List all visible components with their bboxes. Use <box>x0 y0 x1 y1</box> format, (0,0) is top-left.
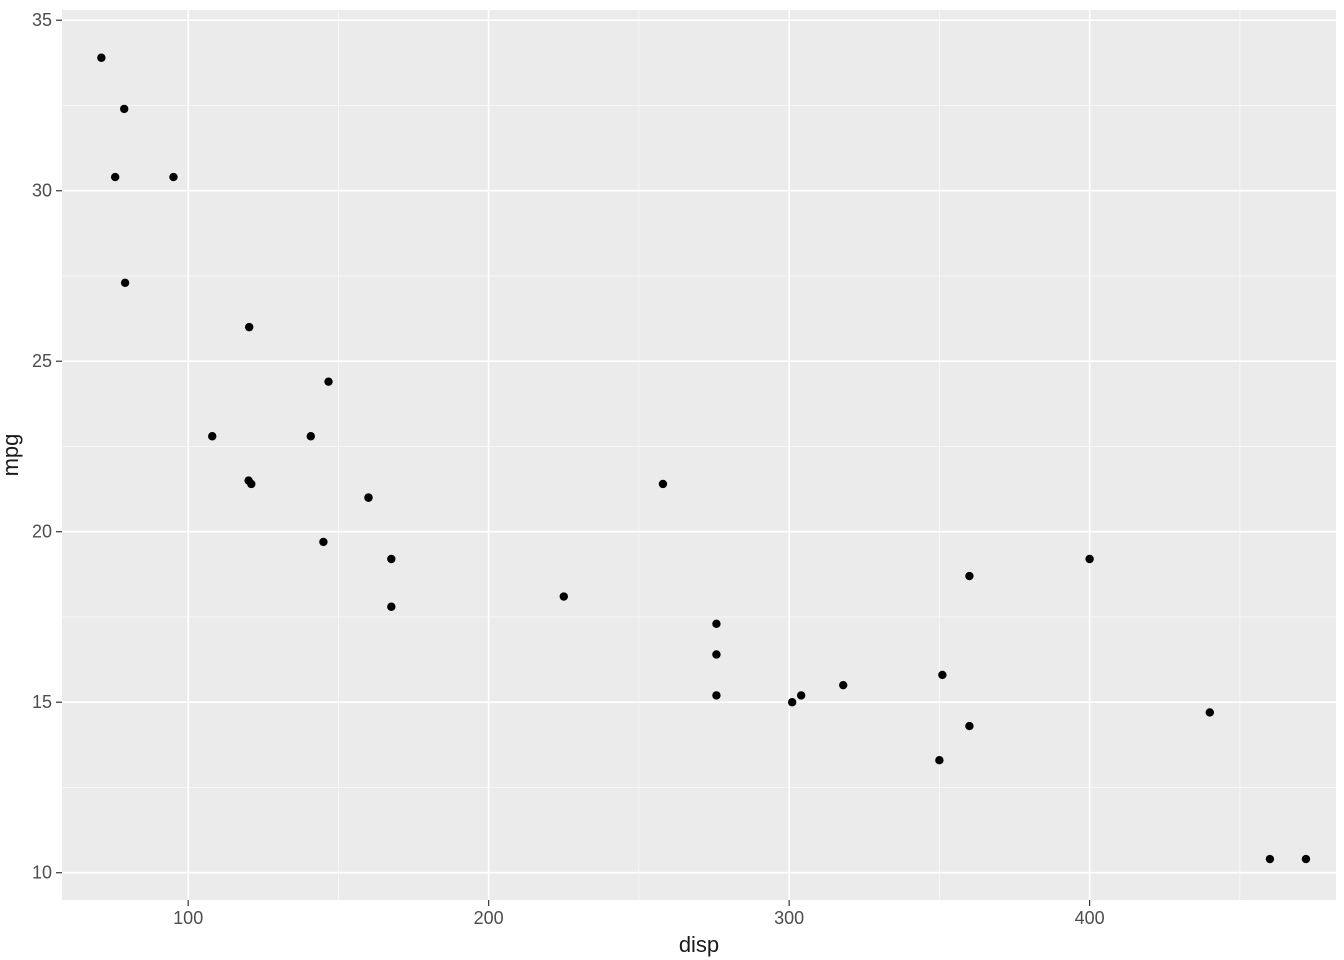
data-point <box>560 592 568 600</box>
x-tick-label: 300 <box>774 908 804 928</box>
plot-panel <box>62 10 1336 900</box>
data-point <box>788 698 796 706</box>
y-tick-label: 10 <box>32 863 52 883</box>
data-point <box>111 173 119 181</box>
data-point <box>120 105 128 113</box>
data-point <box>1206 708 1214 716</box>
data-point <box>364 493 372 501</box>
data-point <box>839 681 847 689</box>
y-tick-label: 25 <box>32 351 52 371</box>
data-point <box>97 54 105 62</box>
y-tick-label: 15 <box>32 692 52 712</box>
y-tick-label: 30 <box>32 181 52 201</box>
data-point <box>1266 855 1274 863</box>
data-point <box>247 480 255 488</box>
data-point <box>965 572 973 580</box>
data-point <box>208 432 216 440</box>
y-axis-title: mpg <box>0 434 23 477</box>
y-tick-label: 35 <box>32 10 52 30</box>
data-point <box>169 173 177 181</box>
y-tick-label: 20 <box>32 522 52 542</box>
data-point <box>712 650 720 658</box>
x-axis-title: disp <box>679 932 719 957</box>
data-point <box>935 756 943 764</box>
data-point <box>307 432 315 440</box>
data-point <box>121 279 129 287</box>
scatter-chart: 100 200 300 400 10 15 20 25 30 35 disp mpg <box>0 0 1344 960</box>
data-point <box>965 722 973 730</box>
data-point <box>387 603 395 611</box>
x-tick-label: 400 <box>1075 908 1105 928</box>
x-tick-label: 100 <box>173 908 203 928</box>
chart-svg: 100 200 300 400 10 15 20 25 30 35 disp mpg <box>0 0 1344 960</box>
data-point <box>387 555 395 563</box>
data-point <box>324 377 332 385</box>
x-tick-label: 200 <box>474 908 504 928</box>
data-point <box>659 480 667 488</box>
data-point <box>712 620 720 628</box>
data-point <box>797 691 805 699</box>
data-point <box>245 323 253 331</box>
data-point <box>319 538 327 546</box>
data-point <box>1085 555 1093 563</box>
data-point <box>938 671 946 679</box>
data-point <box>712 691 720 699</box>
data-point <box>1302 855 1310 863</box>
